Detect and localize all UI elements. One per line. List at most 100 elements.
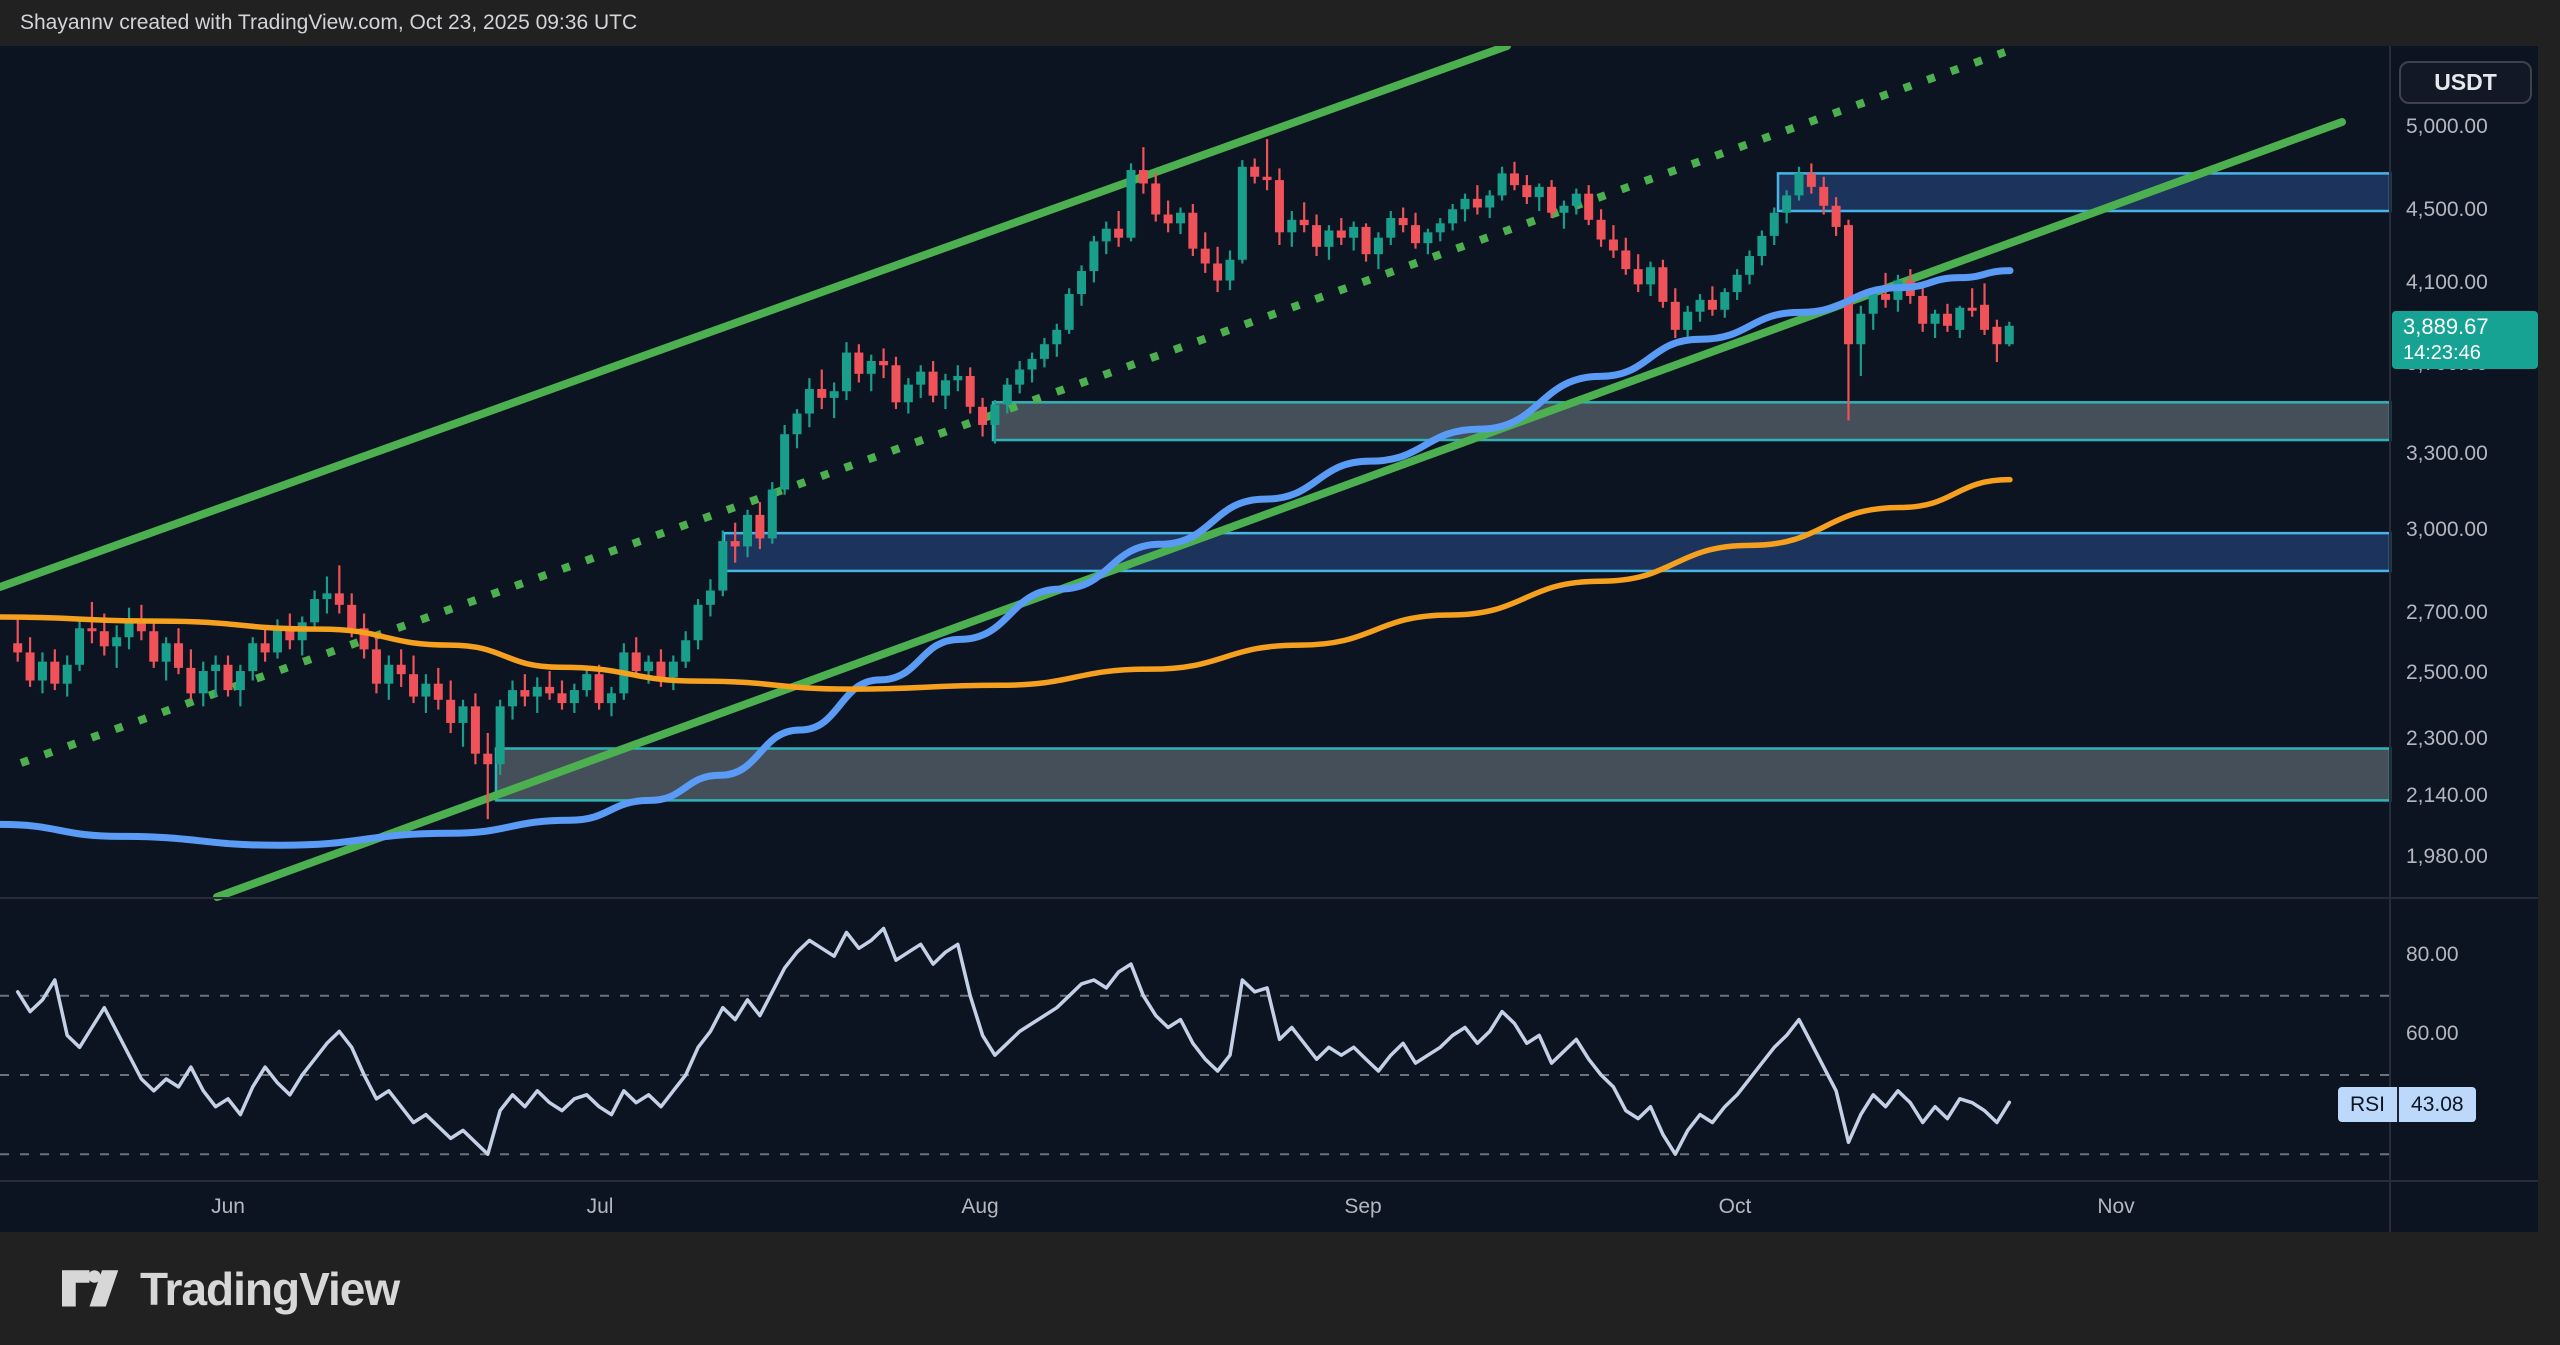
resistance-zone-upper — [1778, 173, 2390, 211]
candle-body — [1498, 173, 1507, 195]
candle-body — [1065, 294, 1074, 330]
candle-body — [1646, 267, 1655, 284]
currency-toggle-badge[interactable]: USDT — [2399, 61, 2532, 104]
candle-body — [669, 662, 678, 678]
candle-body — [793, 414, 802, 435]
candle-body — [1127, 170, 1136, 238]
candle-body — [545, 687, 554, 693]
last-price-value: 3,889.67 — [2403, 314, 2538, 341]
candlestick-series — [13, 139, 2014, 819]
candle-body — [162, 643, 171, 661]
candle-body — [1411, 225, 1420, 243]
candle-body — [694, 605, 703, 640]
price-axis-label: 2,300.00 — [2406, 727, 2488, 751]
candle-body — [261, 643, 270, 652]
candle-body — [1733, 275, 1742, 292]
pane-separators — [0, 46, 2538, 1232]
candle-body — [1485, 195, 1494, 207]
rsi-value-badge: RSI 43.08 — [2338, 1087, 2476, 1122]
candle-body — [1275, 180, 1284, 232]
time-axis-label-jun: Jun — [211, 1195, 245, 1219]
candle-body — [1869, 294, 1878, 314]
candle-body — [533, 687, 542, 697]
candle-body — [1621, 250, 1630, 269]
candle-body — [1658, 267, 1667, 302]
candle-body — [13, 643, 22, 652]
chart-canvas[interactable]: 5,000.004,500.004,100.003,700.003,300.00… — [0, 46, 2538, 1232]
candle-body — [224, 665, 233, 690]
ma-slow-orange — [0, 480, 2010, 689]
candle-body — [1312, 225, 1321, 247]
candle-body — [1572, 194, 1581, 206]
tradingview-logo-icon[interactable] — [62, 1259, 122, 1319]
candle-body — [1399, 218, 1408, 225]
candle-body — [1386, 218, 1395, 238]
candle-body — [100, 631, 109, 646]
candle-body — [199, 671, 208, 693]
candle-body — [186, 668, 195, 693]
rsi-label: RSI — [2338, 1087, 2397, 1122]
candle-body — [446, 700, 455, 723]
candle-body — [397, 665, 406, 674]
candle-body — [1819, 187, 1828, 206]
candle-body — [1559, 206, 1568, 213]
candle-body — [459, 706, 468, 723]
candle-body — [1696, 300, 1705, 312]
candle-body — [582, 674, 591, 690]
candle-body — [1176, 213, 1185, 224]
candle-body — [681, 640, 690, 661]
candle-body — [768, 490, 777, 539]
time-axis-label-oct: Oct — [1719, 1195, 1752, 1219]
attribution-text: Shayannv created with TradingView.com, O… — [20, 11, 637, 35]
candle-body — [1102, 229, 1111, 242]
price-axis-label: 4,100.00 — [2406, 271, 2488, 295]
last-price-badge: 3,889.67 14:23:46 — [2392, 311, 2538, 369]
candle-body — [1201, 249, 1210, 264]
candle-body — [854, 353, 863, 374]
candle-body — [990, 405, 999, 425]
candle-body — [718, 541, 727, 590]
candle-body — [1362, 227, 1371, 254]
price-axis-label: 5,000.00 — [2406, 115, 2488, 139]
candle-body — [1547, 187, 1556, 213]
candle-body — [805, 389, 814, 414]
candle-body — [1794, 173, 1803, 195]
candle-body — [26, 652, 35, 680]
candle-body — [1510, 173, 1519, 185]
candle-body — [891, 365, 900, 402]
candle-body — [1992, 327, 2001, 344]
candle-body — [706, 591, 715, 605]
candle-body — [1052, 330, 1061, 344]
candle-body — [211, 665, 220, 671]
tradingview-wordmark[interactable]: TradingView — [140, 1262, 399, 1316]
candle-body — [607, 693, 616, 703]
candle-body — [1015, 370, 1024, 385]
candle-body — [830, 391, 839, 398]
candle-body — [867, 361, 876, 374]
candle-body — [1238, 167, 1247, 260]
price-rsi-plot[interactable] — [0, 46, 2538, 1232]
rsi-pane — [0, 929, 2390, 1155]
price-axis-label: 3,000.00 — [2406, 518, 2488, 542]
candle-body — [434, 684, 443, 700]
candle-body — [1114, 229, 1123, 238]
candle-body — [1287, 220, 1296, 232]
candle-body — [1832, 206, 1841, 227]
candle-body — [953, 376, 962, 380]
candle-body — [63, 665, 72, 684]
candle-body — [1634, 269, 1643, 284]
candle-body — [743, 515, 752, 547]
candle-body — [273, 628, 282, 652]
candle-body — [1473, 199, 1482, 208]
candle-body — [421, 684, 430, 697]
candle-body — [248, 643, 257, 671]
candle-body — [1708, 300, 1717, 310]
footer-bar: TradingView — [0, 1232, 2560, 1345]
time-axis-label-jul: Jul — [587, 1195, 614, 1219]
candle-body — [817, 389, 826, 398]
candle-body — [1374, 238, 1383, 254]
candle-body — [570, 690, 579, 703]
time-axis-label-aug: Aug — [961, 1195, 998, 1219]
candle-body — [471, 706, 480, 753]
candle-body — [1597, 220, 1606, 240]
